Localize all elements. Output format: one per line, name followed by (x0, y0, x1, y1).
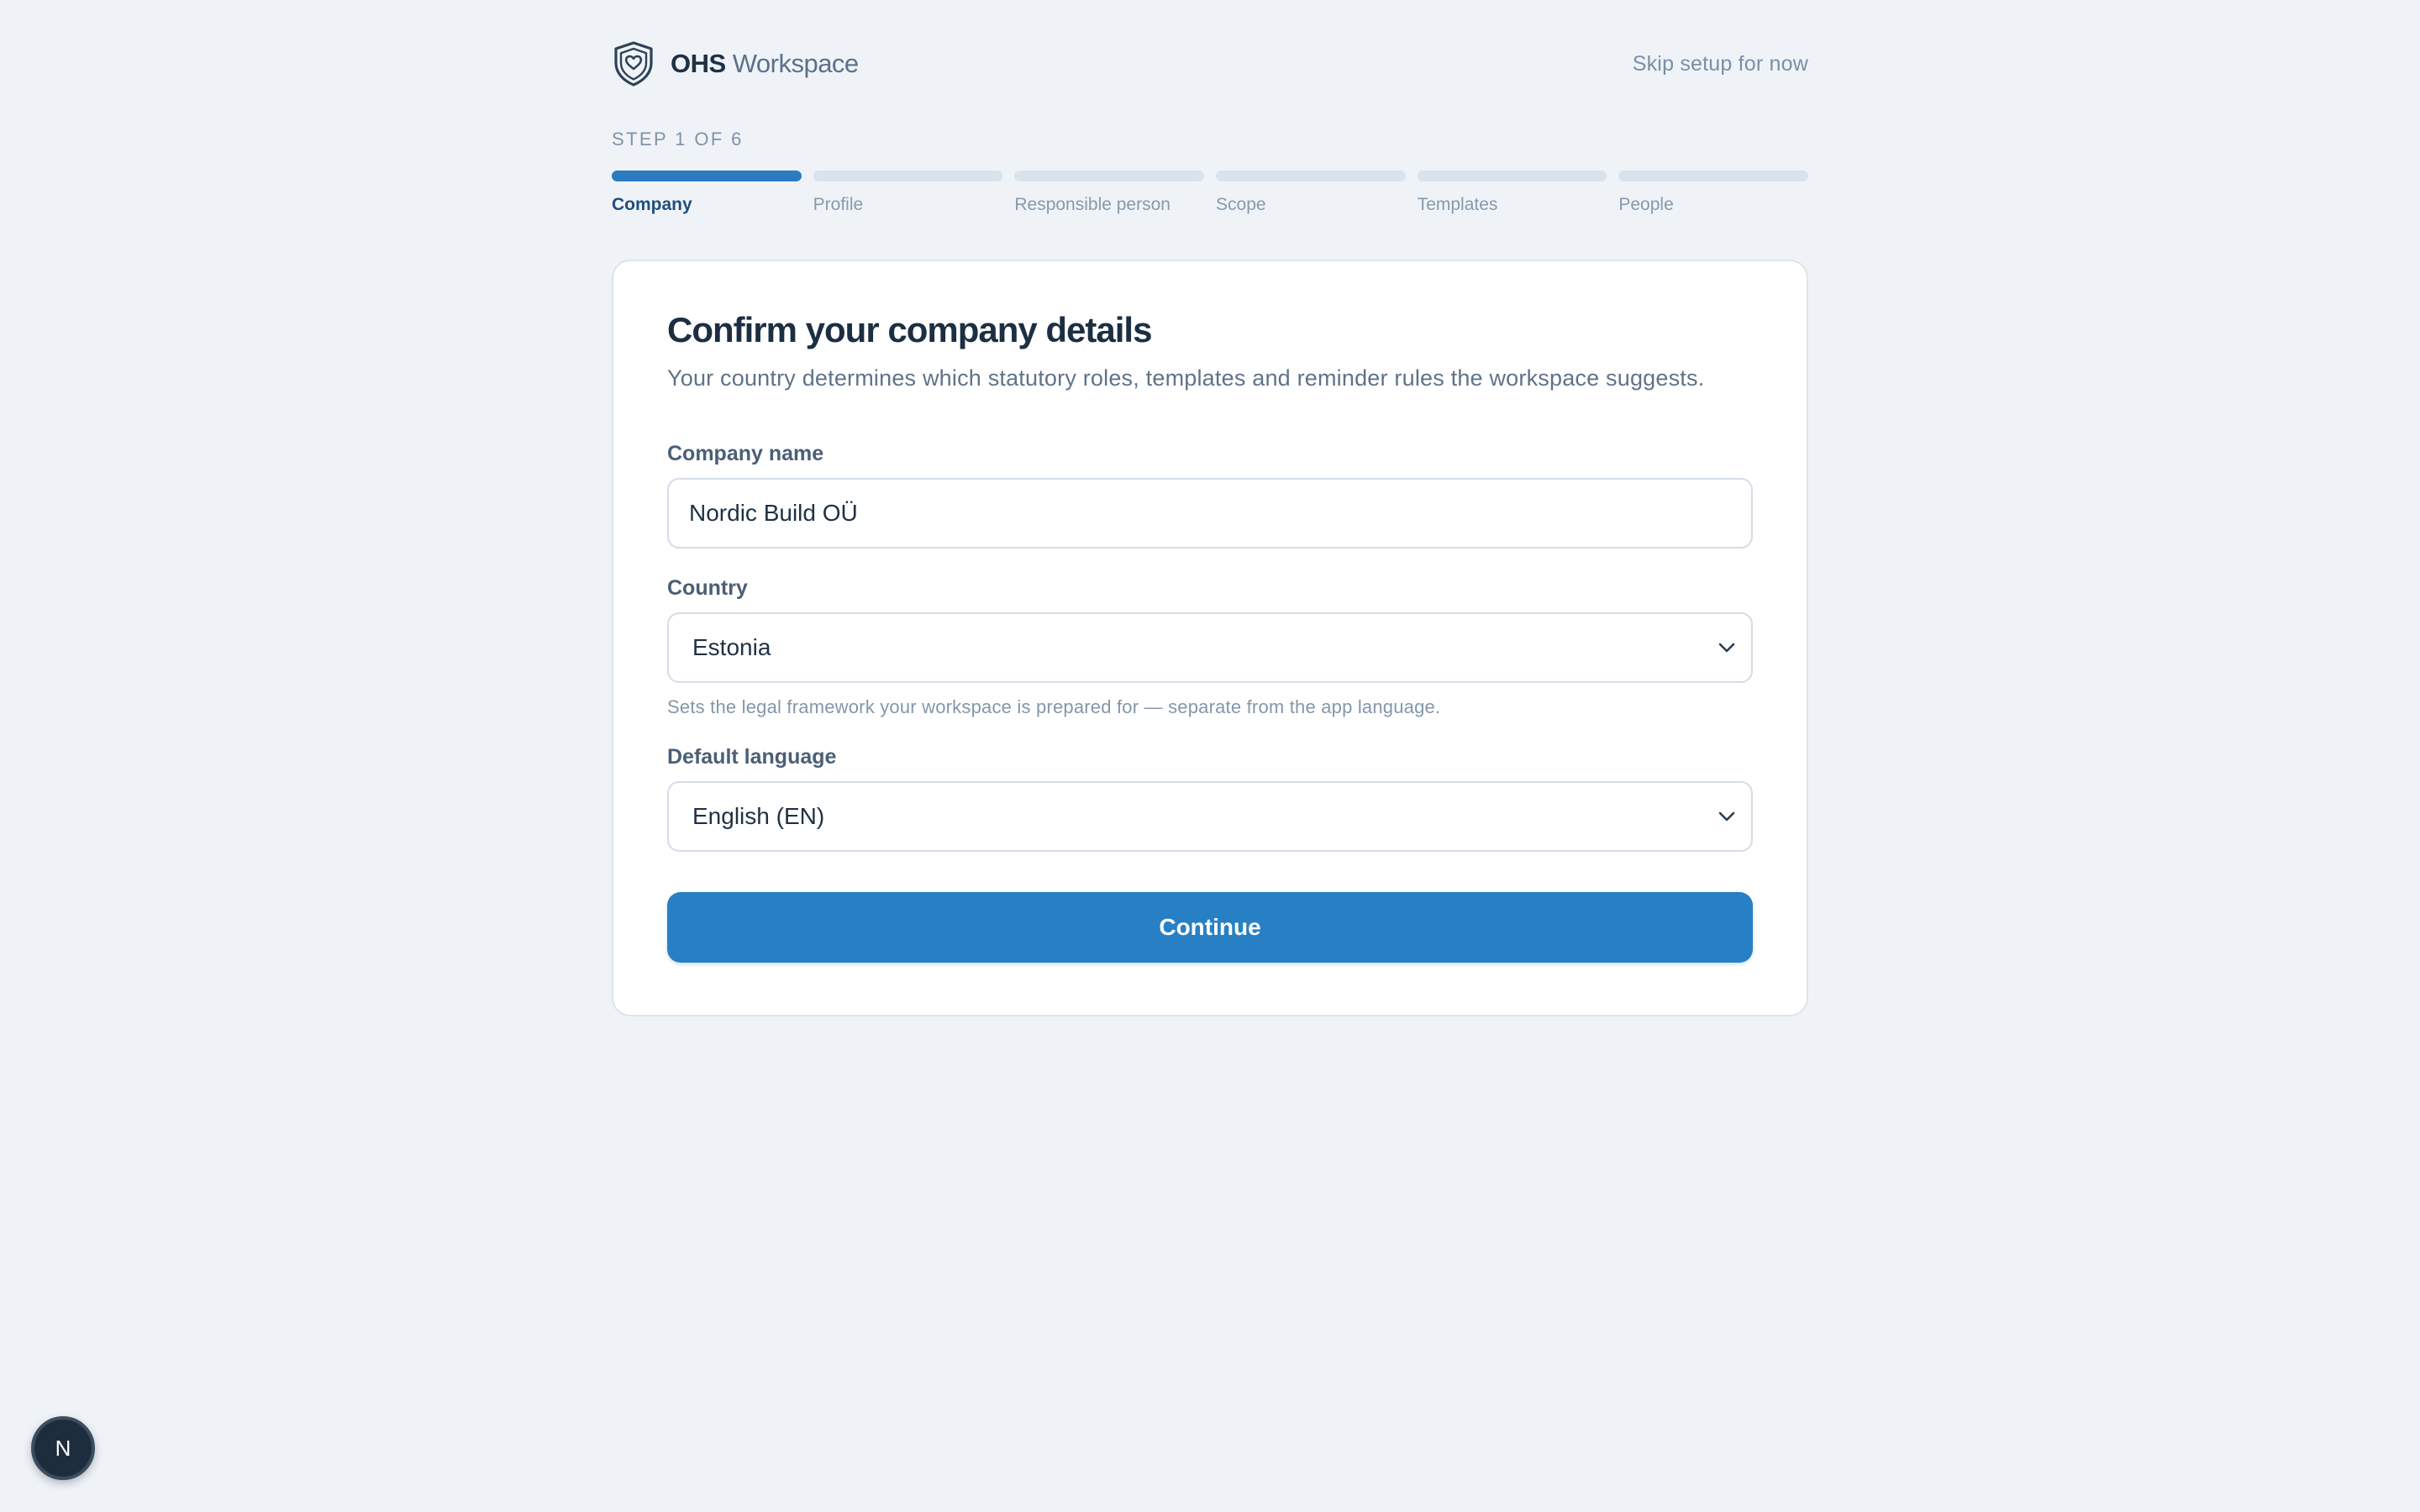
step-counter: STEP 1 OF 6 (612, 129, 744, 150)
chevron-down-icon (1718, 811, 1735, 822)
step-people: People (1618, 171, 1809, 215)
step-templates: Templates (1417, 171, 1607, 215)
step-label: Scope (1216, 195, 1266, 214)
step-scope: Scope (1216, 171, 1406, 215)
step-label: Templates (1417, 195, 1498, 214)
default-language-select[interactable]: English (EN) (667, 781, 1753, 852)
country-select-value: Estonia (692, 634, 771, 660)
step-bar (1417, 171, 1607, 181)
chevron-down-icon (1718, 643, 1735, 653)
brand-name-strong: OHS (671, 49, 726, 78)
step-label: Responsible person (1014, 195, 1171, 214)
step-profile: Profile (813, 171, 1003, 215)
company-name-label: Company name (667, 442, 824, 465)
step-bar (1618, 171, 1809, 181)
default-language-select-value: English (EN) (692, 803, 825, 829)
progress-stepper: Company Profile Responsible person Scope… (612, 171, 1809, 215)
brand: OHS Workspace (612, 40, 859, 87)
top-header: OHS Workspace Skip setup for now (612, 40, 1808, 87)
step-label: Company (612, 195, 692, 214)
step-bar (1216, 171, 1406, 181)
company-details-card: Confirm your company details Your countr… (612, 260, 1808, 1016)
skip-setup-link[interactable]: Skip setup for now (1633, 52, 1808, 76)
step-bar (1014, 171, 1205, 181)
company-name-input[interactable]: Nordic Build OÜ (667, 478, 1753, 549)
default-language-label: Default language (667, 745, 837, 769)
avatar[interactable]: N (31, 1416, 95, 1480)
shield-heart-icon (614, 41, 653, 87)
page-title: Confirm your company details (667, 310, 1152, 349)
brand-name: OHS Workspace (671, 49, 859, 79)
step-responsible-person: Responsible person (1014, 171, 1205, 215)
step-label: People (1618, 195, 1674, 214)
page-subtitle: Your country determines which statutory … (667, 365, 1705, 391)
continue-button[interactable]: Continue (667, 892, 1753, 963)
step-bar (813, 171, 1003, 181)
country-helper-text: Sets the legal framework your workspace … (667, 696, 1441, 717)
step-label: Profile (813, 195, 864, 214)
brand-name-light: Workspace (732, 49, 860, 78)
step-company[interactable]: Company (612, 171, 802, 215)
country-select[interactable]: Estonia (667, 612, 1753, 683)
country-label: Country (667, 576, 748, 600)
step-bar (612, 171, 802, 181)
